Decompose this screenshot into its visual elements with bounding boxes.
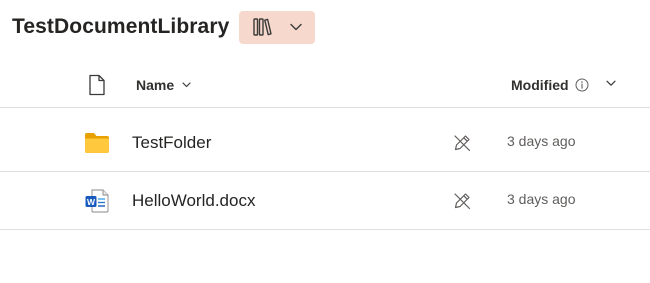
edit-off-icon: [454, 135, 471, 152]
edit-off-icon: [454, 193, 471, 210]
modified-column-header[interactable]: Modified: [511, 77, 589, 93]
modified-column-label: Modified: [511, 77, 569, 93]
list-item[interactable]: W HelloWorld.docx 3 days ago: [0, 172, 650, 230]
modified-date: 3 days ago: [507, 133, 576, 149]
chevron-down-icon: [182, 82, 191, 88]
name-column-label: Name: [136, 77, 175, 93]
view-switcher-button[interactable]: [239, 10, 316, 44]
list-item[interactable]: TestFolder 3 days ago: [0, 114, 650, 172]
library-title: TestDocumentLibrary: [12, 15, 230, 38]
folder-icon: [85, 133, 109, 153]
svg-text:W: W: [87, 197, 96, 207]
chevron-down-icon[interactable]: [606, 80, 616, 87]
name-column-header[interactable]: Name: [136, 77, 191, 93]
file-type-icon[interactable]: [88, 74, 106, 96]
library-icon: [253, 18, 273, 36]
column-header-row: Name Modified: [0, 64, 650, 108]
chevron-down-icon: [290, 23, 303, 31]
file-name[interactable]: TestFolder: [132, 133, 211, 153]
info-icon[interactable]: [575, 78, 589, 92]
library-header: TestDocumentLibrary: [12, 10, 316, 44]
file-name[interactable]: HelloWorld.docx: [132, 191, 255, 211]
word-doc-icon: W: [85, 189, 109, 213]
modified-date: 3 days ago: [507, 191, 576, 207]
